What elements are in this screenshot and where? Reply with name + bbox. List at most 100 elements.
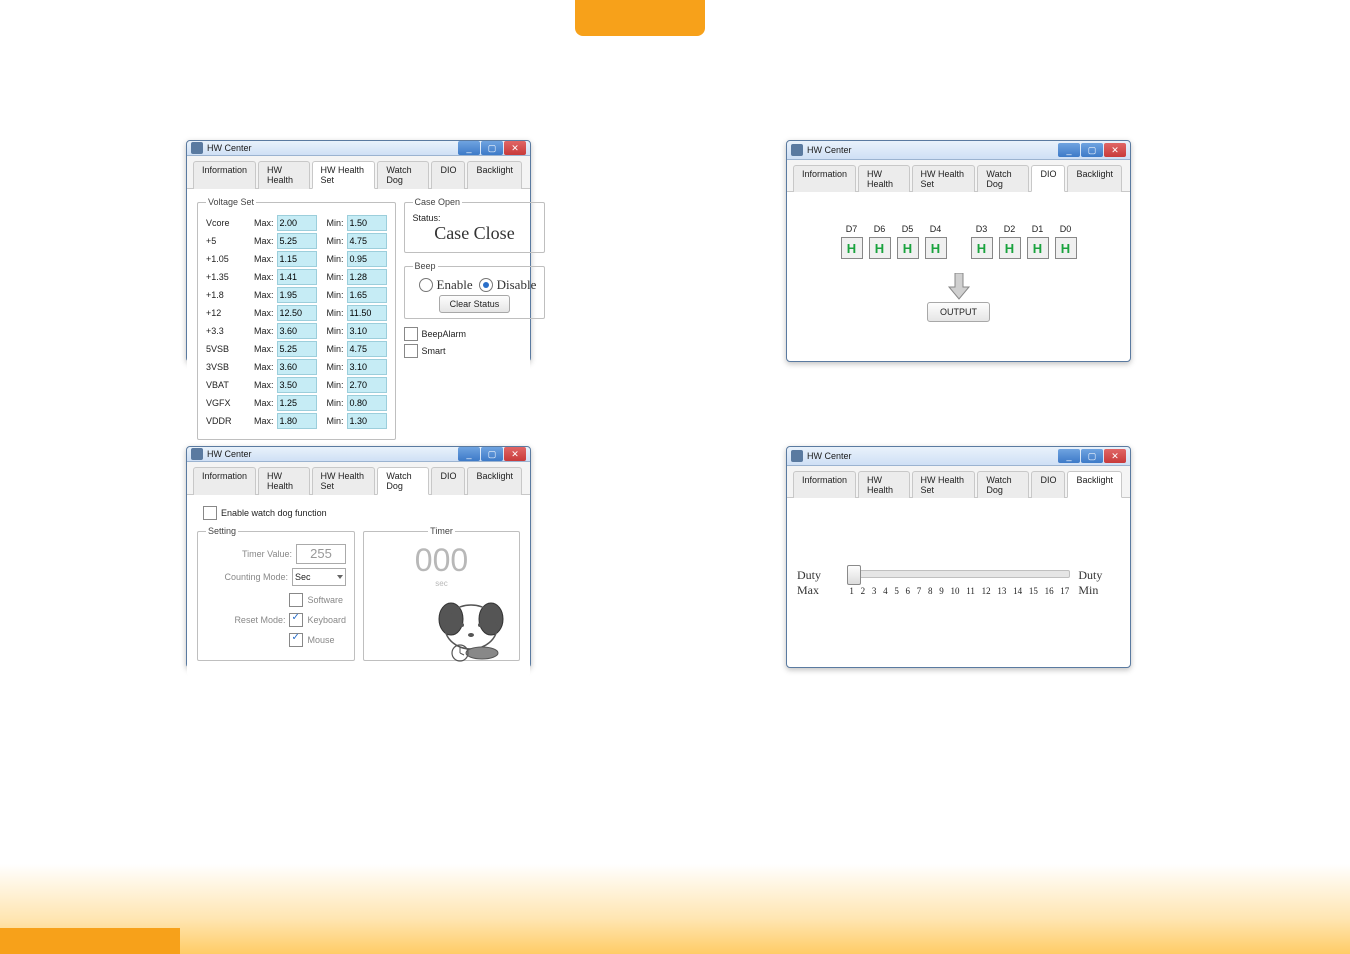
maximize-button[interactable]: ▢ [1081, 143, 1103, 157]
minimize-button[interactable]: _ [458, 447, 480, 461]
tab-dio[interactable]: DIO [1031, 471, 1065, 498]
min-input[interactable]: 11.50 [347, 305, 387, 321]
min-input[interactable]: 4.75 [347, 341, 387, 357]
tab-hw-health[interactable]: HW Health [858, 471, 910, 498]
dio-cell[interactable]: H [1055, 237, 1077, 259]
dio-cell[interactable]: H [925, 237, 947, 259]
tab-dio[interactable]: DIO [431, 161, 465, 189]
tab-hw-health[interactable]: HW Health [858, 165, 910, 192]
close-button[interactable]: ✕ [504, 447, 526, 461]
chevron-down-icon [337, 575, 343, 579]
tab-hw-health-set[interactable]: HW Health Set [312, 161, 376, 189]
dio-cell[interactable]: H [971, 237, 993, 259]
slider-thumb[interactable] [847, 565, 861, 585]
tab-watch-dog[interactable]: Watch Dog [377, 467, 429, 495]
dio-cell[interactable]: H [869, 237, 891, 259]
reset-keyboard-checkbox[interactable] [289, 613, 303, 627]
tab-backlight[interactable]: Backlight [467, 467, 522, 495]
max-input[interactable]: 3.50 [277, 377, 317, 393]
minimize-button[interactable]: _ [458, 141, 480, 155]
tab-hw-health-set[interactable]: HW Health Set [912, 471, 976, 498]
tab-watch-dog[interactable]: Watch Dog [377, 161, 429, 189]
rail-name: VDDR [206, 416, 250, 426]
max-input[interactable]: 1.25 [277, 395, 317, 411]
max-input[interactable]: 1.95 [277, 287, 317, 303]
beep-disable-radio[interactable] [479, 278, 493, 292]
min-input[interactable]: 3.10 [347, 323, 387, 339]
dio-label: D1 [1032, 224, 1044, 234]
dio-cell[interactable]: H [841, 237, 863, 259]
maximize-button[interactable]: ▢ [481, 141, 503, 155]
close-button[interactable]: ✕ [1104, 143, 1126, 157]
enable-watchdog-checkbox[interactable] [203, 506, 217, 520]
close-button[interactable]: ✕ [504, 141, 526, 155]
minimize-button[interactable]: _ [1058, 449, 1080, 463]
voltage-set-legend: Voltage Set [206, 197, 256, 207]
tab-backlight[interactable]: Backlight [1067, 165, 1122, 192]
clear-status-button[interactable]: Clear Status [439, 295, 511, 313]
max-input[interactable]: 1.41 [277, 269, 317, 285]
smart-checkbox[interactable] [404, 344, 418, 358]
max-input[interactable]: 3.60 [277, 323, 317, 339]
minimize-button[interactable]: _ [1058, 143, 1080, 157]
max-input[interactable]: 3.60 [277, 359, 317, 375]
tab-hw-health-set[interactable]: HW Health Set [312, 467, 376, 495]
min-input[interactable]: 1.65 [347, 287, 387, 303]
tab-information[interactable]: Information [793, 165, 856, 192]
min-input[interactable]: 3.10 [347, 359, 387, 375]
max-input[interactable]: 12.50 [277, 305, 317, 321]
dio-label: D2 [1004, 224, 1016, 234]
min-input[interactable]: 1.50 [347, 215, 387, 231]
tab-watch-dog[interactable]: Watch Dog [977, 471, 1029, 498]
beep-enable-radio[interactable] [419, 278, 433, 292]
tab-hw-health[interactable]: HW Health [258, 467, 310, 495]
app-icon [191, 142, 203, 154]
page-footer-bar [0, 928, 180, 954]
tab-watch-dog[interactable]: Watch Dog [977, 165, 1029, 192]
reset-software-checkbox[interactable] [289, 593, 303, 607]
counting-mode-select[interactable]: Sec [292, 568, 346, 586]
tab-hw-health-set[interactable]: HW Health Set [912, 165, 976, 192]
max-input[interactable]: 5.25 [277, 233, 317, 249]
max-input[interactable]: 1.80 [277, 413, 317, 429]
case-open-group: Case Open Status: Case Close [404, 197, 546, 253]
dio-col: D3H [971, 224, 993, 259]
reset-software-label: Software [307, 595, 343, 605]
min-input[interactable]: 1.30 [347, 413, 387, 429]
duty-slider[interactable] [848, 570, 1070, 578]
dio-cell[interactable]: H [897, 237, 919, 259]
output-button[interactable]: OUTPUT [927, 302, 990, 322]
timer-value-input[interactable]: 255 [296, 544, 346, 564]
reset-mode-label: Reset Mode: [234, 615, 285, 625]
reset-mouse-checkbox[interactable] [289, 633, 303, 647]
close-button[interactable]: ✕ [1104, 449, 1126, 463]
maximize-button[interactable]: ▢ [481, 447, 503, 461]
tab-information[interactable]: Information [193, 161, 256, 189]
min-input[interactable]: 0.80 [347, 395, 387, 411]
tab-information[interactable]: Information [793, 471, 856, 498]
tab-backlight[interactable]: Backlight [1067, 471, 1122, 498]
rail-name: +1.05 [206, 254, 250, 264]
min-label: Min: [327, 362, 344, 372]
maximize-button[interactable]: ▢ [1081, 449, 1103, 463]
window-dio: HW Center _ ▢ ✕ Information HW Health HW… [786, 140, 1131, 362]
min-input[interactable]: 4.75 [347, 233, 387, 249]
tab-information[interactable]: Information [193, 467, 256, 495]
dio-cell[interactable]: H [999, 237, 1021, 259]
tab-backlight[interactable]: Backlight [467, 161, 522, 189]
beepalarm-checkbox[interactable] [404, 327, 418, 341]
window-hw-health-set: HW Center _ ▢ ✕ Information HW Health HW… [186, 140, 531, 362]
max-input[interactable]: 2.00 [277, 215, 317, 231]
min-input[interactable]: 2.70 [347, 377, 387, 393]
min-input[interactable]: 1.28 [347, 269, 387, 285]
max-label: Max: [254, 254, 274, 264]
dio-cell[interactable]: H [1027, 237, 1049, 259]
case-open-status-label: Status: [413, 213, 537, 223]
min-input[interactable]: 0.95 [347, 251, 387, 267]
tab-dio[interactable]: DIO [431, 467, 465, 495]
tab-hw-health[interactable]: HW Health [258, 161, 310, 189]
max-input[interactable]: 1.15 [277, 251, 317, 267]
tab-dio[interactable]: DIO [1031, 165, 1065, 192]
max-input[interactable]: 5.25 [277, 341, 317, 357]
beepalarm-label: BeepAlarm [422, 329, 467, 339]
